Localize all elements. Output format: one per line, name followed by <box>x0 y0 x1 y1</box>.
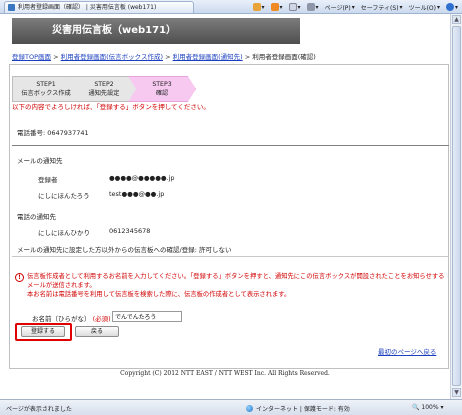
safety-menu-label: セーフティ(S) <box>360 4 399 12</box>
browser-toolbar: 利用者登録画面（確認） | 災害用伝言板 (web171) ▾ ▾ ▾ ▾ ペー… <box>0 0 462 14</box>
register-button[interactable]: 登録する <box>21 326 65 337</box>
help-icon <box>445 3 454 11</box>
step-2-title: STEP2 <box>94 81 114 88</box>
mail-entry-address: ●●●●@●●●●●.jp <box>109 174 175 182</box>
zoom-level: 100% <box>421 404 439 411</box>
mail-icon <box>288 3 297 11</box>
page-menu-label: ページ(P) <box>324 4 351 12</box>
status-bar: ページが表示されました インターネット | 保護モード: 有効 🔍 100% ▾ <box>0 399 462 415</box>
command-bar: ▾ ▾ ▾ ▾ ページ(P) ▾ セーフティ(S) ▾ ツール(O) ▾ ▾ <box>252 1 458 13</box>
zoom-icon: 🔍 <box>412 404 420 411</box>
scroll-up-icon[interactable]: ▲ <box>452 15 461 24</box>
scroll-down-icon[interactable]: ▼ <box>452 388 461 397</box>
tab-title: 利用者登録画面（確認） | 災害用伝言板 (web171) <box>18 4 157 11</box>
home-icon <box>252 3 261 11</box>
notice-box: ! 伝言板作成者として利用するお名前を入力してください。「登録する」ボタンを押す… <box>15 272 445 299</box>
phone-number-line: 電話番号: 0647937741 <box>17 129 89 137</box>
divider <box>12 256 449 257</box>
back-button[interactable]: 戻る <box>75 326 119 337</box>
step-1-sub: 伝言ボックス作成 <box>21 90 71 97</box>
print-button[interactable]: ▾ <box>306 3 319 11</box>
notice-line-1: 伝言板作成者として利用するお名前を入力してください。「登録する」ボタンを押すと、… <box>27 273 445 289</box>
notice-line-2: 本お名前は電話番号を利用して伝言板を検索した際に、伝言板の作成者として表示されま… <box>27 291 291 298</box>
mail-entry-name: 登録者 <box>38 176 58 184</box>
name-label-text: お名前（ひらがな） <box>32 315 91 323</box>
step-3-sub: 確認 <box>155 90 169 97</box>
step-2: STEP2 通知先設定 <box>70 76 138 102</box>
instruction-text: 以下の内容でよろしければ、「登録する」ボタンを押してください。 <box>12 103 210 111</box>
globe-icon <box>246 405 253 412</box>
breadcrumb: 登録TOP画面 > 利用者登録画面(伝言ボックス作成) > 利用者登録画面(通知… <box>12 51 316 61</box>
page-content: 災害用伝言板（web171） 登録TOP画面 > 利用者登録画面(伝言ボックス作… <box>0 14 450 399</box>
feed-icon <box>270 3 279 11</box>
name-field-label: お名前（ひらがな） (必須) <box>32 313 111 323</box>
step-1-title: STEP1 <box>36 81 56 88</box>
copyright: Copyright (C) 2012 NTT EAST / NTT WEST I… <box>120 370 330 377</box>
breadcrumb-link-top[interactable]: 登録TOP画面 <box>12 53 51 61</box>
phone-entry-name: にしにほんひかり <box>38 229 90 237</box>
favicon-icon <box>8 4 15 11</box>
phone-entry-number: 0612345678 <box>109 227 151 235</box>
mail-entry-address: test●●●@●●.jp <box>109 190 165 198</box>
print-icon <box>306 3 315 11</box>
back-to-top-link[interactable]: 最初のページへ戻る <box>378 346 436 356</box>
safety-menu[interactable]: セーフティ(S) ▾ <box>361 3 403 12</box>
step-2-sub: 通知先設定 <box>88 90 120 97</box>
status-text: ページが表示されました <box>6 406 72 413</box>
tools-menu-label: ツール(O) <box>408 4 436 12</box>
name-input[interactable] <box>112 311 182 322</box>
divider <box>12 145 449 146</box>
help-button[interactable]: ▾ <box>445 3 458 11</box>
step-3-active: STEP3 確認 <box>128 76 196 102</box>
vertical-scrollbar[interactable]: ▲ ▼ <box>450 14 462 399</box>
step-3-title: STEP3 <box>152 81 172 88</box>
breadcrumb-separator: > <box>165 53 173 61</box>
breadcrumb-current: 利用者登録画面(確認) <box>252 53 316 61</box>
scrollbar-thumb[interactable] <box>452 26 461 386</box>
breadcrumb-link-notify[interactable]: 利用者登録画面(通知先) <box>173 53 243 61</box>
breadcrumb-link-box[interactable]: 利用者登録画面(伝言ボックス作成) <box>61 53 163 61</box>
zone-text: インターネット | 保護モード: 有効 <box>256 406 350 413</box>
zoom-control[interactable]: 🔍 100% ▾ <box>412 404 443 411</box>
required-mark: (必須) <box>92 315 111 323</box>
phone-section-title: 電話の通知先 <box>17 213 56 221</box>
breadcrumb-separator: > <box>53 53 61 61</box>
mail-entry-name: にしにほんたろう <box>38 192 90 200</box>
home-button[interactable]: ▾ <box>252 3 265 11</box>
site-banner: 災害用伝言板（web171） <box>12 18 300 44</box>
mail-button[interactable]: ▾ <box>288 3 301 11</box>
feeds-button[interactable]: ▾ <box>270 3 283 11</box>
tools-menu[interactable]: ツール(O) ▾ <box>409 3 440 12</box>
permission-line: メールの通知先に設定した方以外からの伝言板への確認/登録: 許可しない <box>17 246 232 254</box>
warning-icon: ! <box>15 273 24 282</box>
security-zone: インターネット | 保護モード: 有効 <box>246 404 350 413</box>
page-menu[interactable]: ページ(P) ▾ <box>325 3 355 12</box>
browser-tab[interactable]: 利用者登録画面（確認） | 災害用伝言板 (web171) <box>4 1 194 13</box>
step-1: STEP1 伝言ボックス作成 <box>12 76 80 102</box>
mail-section-title: メールの通知先 <box>17 157 63 165</box>
